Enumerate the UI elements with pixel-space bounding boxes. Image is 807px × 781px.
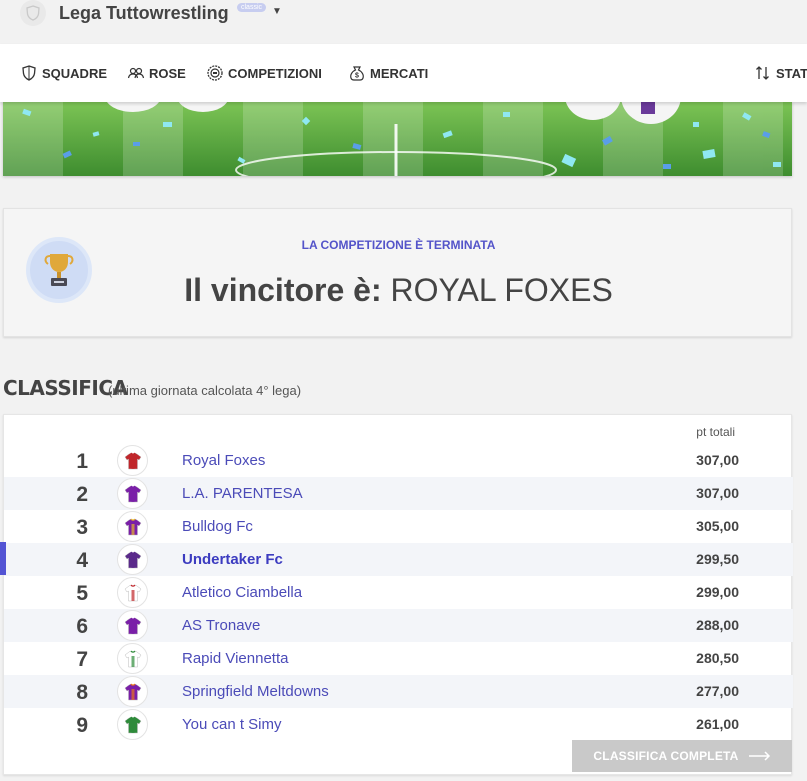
table-row[interactable]: 7 Rapid Viennetta 280,50 xyxy=(4,642,793,675)
league-name[interactable]: Lega Tuttowrestling xyxy=(59,3,229,24)
full-standings-button[interactable]: CLASSIFICA COMPLETA xyxy=(572,740,792,772)
money-bag-icon: $ xyxy=(350,66,364,81)
team-rank: 1 xyxy=(76,450,88,473)
standings-table: pt totali 1 Royal Foxes 307,00 2 L.A. PARENT… xyxy=(3,414,793,775)
column-header-points: pt totali xyxy=(696,425,735,439)
team-points: 307,00 xyxy=(696,452,739,468)
team-points: 261,00 xyxy=(696,716,739,732)
table-row[interactable]: 2 L.A. PARENTESA 307,00 xyxy=(4,477,793,510)
nav-label: SQUADRE xyxy=(42,65,108,81)
table-row[interactable]: 3 Bulldog Fc 305,00 xyxy=(4,510,793,543)
winner-prefix: Il vincitore è: xyxy=(184,272,382,308)
team-rank: 7 xyxy=(76,648,88,671)
jersey-icon xyxy=(117,445,148,476)
current-team-marker xyxy=(0,542,6,575)
team-name-link[interactable]: Undertaker Fc xyxy=(182,551,283,568)
nav-item-squadre[interactable]: SQUADRE xyxy=(20,64,107,82)
nav-item-competizioni[interactable]: COMPETIZIONI xyxy=(206,64,322,82)
team-rank: 2 xyxy=(76,483,88,506)
team-rank: 6 xyxy=(76,615,88,638)
team-points: 305,00 xyxy=(696,518,739,534)
main-nav: SQUADRE ROSE COMPETIZIONI $ MERCATI STAT xyxy=(0,44,807,102)
team-points: 299,00 xyxy=(696,584,739,600)
team-name-link[interactable]: You can t Simy xyxy=(182,716,282,733)
jersey-icon xyxy=(117,478,148,509)
svg-text:$: $ xyxy=(355,73,359,80)
jersey-icon xyxy=(117,610,148,641)
full-standings-label: CLASSIFICA COMPLETA xyxy=(593,749,739,763)
team-name-link[interactable]: Rapid Viennetta xyxy=(182,650,288,667)
table-row[interactable]: 5 Atletico Ciambella 299,00 xyxy=(4,576,793,609)
team-points: 299,50 xyxy=(696,551,739,567)
winner-announcement: Il vincitore è: ROYAL FOXES xyxy=(4,272,793,309)
section-subtitle: (ultima giornata calcolata 4° lega) xyxy=(108,383,302,398)
jersey-icon xyxy=(117,577,148,608)
team-points: 277,00 xyxy=(696,683,739,699)
team-rank: 8 xyxy=(76,681,88,704)
league-header: Lega Tuttowrestling classic ▼ xyxy=(0,0,807,44)
shield-icon xyxy=(22,65,36,81)
users-icon xyxy=(127,67,145,79)
team-name-link[interactable]: AS Tronave xyxy=(182,617,260,634)
table-row[interactable]: 8 Springfield Meltdowns 277,00 xyxy=(4,675,793,708)
arrow-right-icon xyxy=(748,751,770,761)
competition-banner xyxy=(3,102,792,176)
chevron-down-icon[interactable]: ▼ xyxy=(272,6,282,17)
jersey-icon xyxy=(117,511,148,542)
winner-card: LA COMPETIZIONE È TERMINATA Il vincitore… xyxy=(3,208,792,337)
trophy-badge-icon xyxy=(207,65,223,81)
nav-label: ROSE xyxy=(149,65,186,81)
team-name-link[interactable]: Springfield Meltdowns xyxy=(182,683,329,700)
table-row[interactable]: 6 AS Tronave 288,00 xyxy=(4,609,793,642)
nav-item-stat[interactable]: STAT xyxy=(754,64,807,82)
table-row[interactable]: 4 Undertaker Fc 299,50 xyxy=(4,543,793,576)
team-rank: 3 xyxy=(76,516,88,539)
league-logo[interactable] xyxy=(20,0,46,26)
team-points: 288,00 xyxy=(696,617,739,633)
sort-icon xyxy=(756,66,769,80)
team-rank: 4 xyxy=(76,549,88,572)
team-name-link[interactable]: Royal Foxes xyxy=(182,452,265,469)
competition-status: LA COMPETIZIONE È TERMINATA xyxy=(301,238,496,252)
league-type-badge: classic xyxy=(237,3,267,12)
team-name-link[interactable]: Bulldog Fc xyxy=(182,518,253,535)
jersey-icon xyxy=(117,643,148,674)
nav-label: MERCATI xyxy=(370,65,429,81)
table-row[interactable]: 9 You can t Simy 261,00 xyxy=(4,708,793,741)
nav-label: COMPETIZIONI xyxy=(228,65,322,81)
shield-icon xyxy=(26,5,40,21)
team-name-link[interactable]: L.A. PARENTESA xyxy=(182,485,303,502)
team-points: 280,50 xyxy=(696,650,739,666)
table-row[interactable]: 1 Royal Foxes 307,00 xyxy=(4,444,793,477)
team-rank: 5 xyxy=(76,582,88,605)
field-illustration xyxy=(3,102,792,176)
winner-team: ROYAL FOXES xyxy=(390,272,613,308)
nav-item-rose[interactable]: ROSE xyxy=(127,64,186,82)
team-points: 307,00 xyxy=(696,485,739,501)
team-name-link[interactable]: Atletico Ciambella xyxy=(182,584,302,601)
team-rank: 9 xyxy=(76,714,88,737)
jersey-icon xyxy=(117,544,148,575)
jersey-icon xyxy=(117,709,148,740)
jersey-icon xyxy=(117,676,148,707)
nav-label: STAT xyxy=(776,65,807,81)
nav-item-mercati[interactable]: $ MERCATI xyxy=(348,64,428,82)
